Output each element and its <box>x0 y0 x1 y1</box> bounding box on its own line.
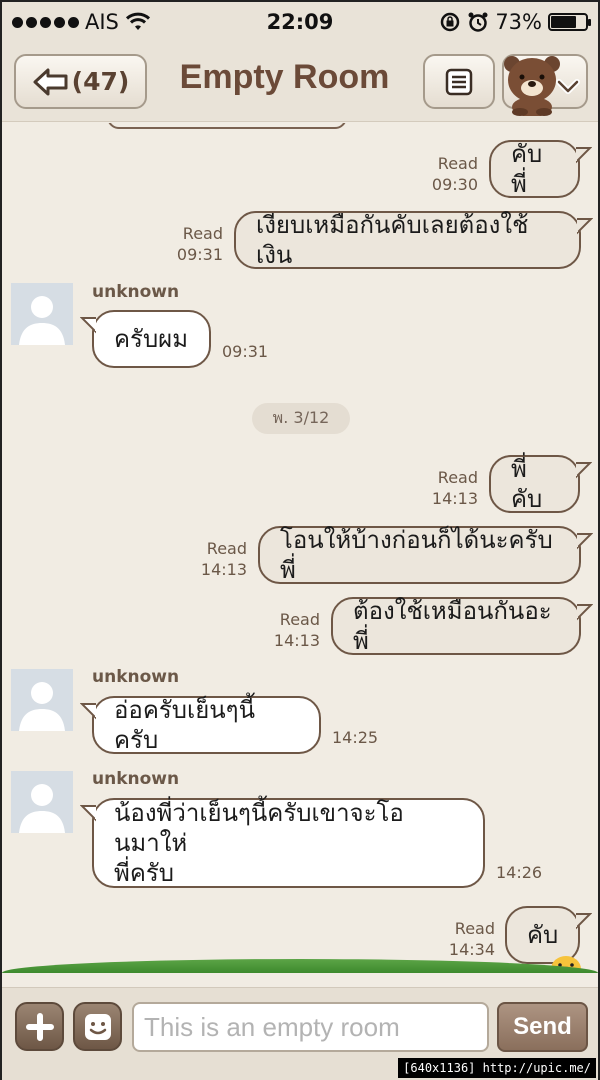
read-status: Read <box>437 154 478 173</box>
battery-percent: 73% <box>495 10 542 34</box>
message-text: คับพี่ <box>511 140 543 198</box>
list-icon <box>445 68 473 95</box>
sender-avatar[interactable] <box>11 771 73 833</box>
message-bubble-sent[interactable]: โอนให้บ้างก่อนก็ได้นะครับพี่ <box>258 526 593 584</box>
sender-avatar[interactable] <box>11 283 73 345</box>
message-text-line-1: น้องพี่ว่าเย็นๆนี้ครับเขาจะโอนมาให่ <box>114 799 404 857</box>
message-meta: Read 14:34 <box>439 918 495 960</box>
read-status: Read <box>454 919 495 938</box>
bubble-tail <box>577 604 593 621</box>
message-meta: Read 09:30 <box>422 153 478 195</box>
status-left: AIS <box>12 10 151 34</box>
message-time: 09:31 <box>222 342 269 361</box>
default-user-icon <box>19 682 65 731</box>
message-time: 09:30 <box>431 175 478 194</box>
brown-bear-icon <box>504 56 560 116</box>
wifi-icon <box>125 12 150 30</box>
message-time: 14:26 <box>496 863 543 882</box>
chevron-down-icon <box>556 79 580 94</box>
bubble-tail <box>577 533 593 550</box>
message-meta: Read 14:13 <box>422 467 478 509</box>
message-text: อ่อครับเย็นๆนี้ครับ <box>114 696 255 754</box>
watermark: [640x1136] http://upic.me/ <box>398 1058 596 1078</box>
bubble-tail <box>80 703 96 720</box>
partial-bubble <box>107 123 347 129</box>
default-user-icon <box>19 784 65 833</box>
read-status: Read <box>182 224 223 243</box>
status-right: 73% <box>439 10 591 34</box>
battery-icon <box>548 13 591 31</box>
app-screen: AIS 22:09 73% (47) Empty Room Read 09:30… <box>0 0 600 1080</box>
bubble-tail <box>576 462 592 479</box>
message-bubble-sent[interactable]: เงียบเหมือกันคับเลยต้องใช้เงิน <box>234 211 593 269</box>
grass-decoration <box>2 959 598 973</box>
message-time: 14:13 <box>200 560 247 579</box>
message-text: เงียบเหมือกันคับเลยต้องใช้เงิน <box>256 211 529 269</box>
read-status: Read <box>437 468 478 487</box>
message-text: ต้องใช้เหมือนกันอะพี่ <box>353 597 552 655</box>
sticker-button[interactable] <box>73 1002 122 1051</box>
smiley-icon <box>84 1013 111 1040</box>
message-meta: Read 09:31 <box>167 223 223 265</box>
bubble-tail <box>576 913 592 930</box>
status-bar: AIS 22:09 73% <box>2 2 598 42</box>
signal-icon <box>12 16 79 28</box>
message-time: 14:13 <box>431 489 478 508</box>
back-button[interactable]: (47) <box>14 54 147 109</box>
sender-name: unknown <box>92 282 180 302</box>
menu-button[interactable] <box>423 54 495 109</box>
read-status: Read <box>206 539 247 558</box>
chat-log[interactable]: Read 09:30 คับพี่ Read 09:31 เงียบเหมือก… <box>2 123 598 973</box>
bubble-tail <box>80 805 96 822</box>
back-arrow-icon <box>33 68 68 95</box>
rotation-lock-icon <box>441 12 460 32</box>
message-time: 09:31 <box>176 245 223 264</box>
message-bubble-received[interactable]: น้องพี่ว่าเย็นๆนี้ครับเขาจะโอนมาให่ พี่ค… <box>80 798 485 888</box>
message-bubble-sent[interactable]: พี่คับ <box>489 455 592 513</box>
carrier-label: AIS <box>85 10 119 34</box>
message-text-line-2: พี่ครับ <box>114 859 174 887</box>
message-time: 14:34 <box>448 940 495 959</box>
bubble-tail <box>577 218 593 235</box>
message-text: พี่คับ <box>511 455 543 513</box>
add-button[interactable] <box>15 1002 64 1051</box>
message-time: 14:25 <box>332 728 379 747</box>
message-text: โอนให้บ้างก่อนก็ได้นะครับพี่ <box>280 526 553 584</box>
chat-title: Empty Room <box>179 58 390 96</box>
message-text: คับ <box>527 921 559 949</box>
read-status: Read <box>279 610 320 629</box>
input-placeholder: This is an empty room <box>144 1011 400 1042</box>
chat-header: (47) Empty Room <box>2 42 598 122</box>
message-bubble-received[interactable]: อ่อครับเย็นๆนี้ครับ <box>80 696 321 754</box>
message-meta: Read 14:13 <box>191 538 247 580</box>
sender-avatar[interactable] <box>11 669 73 731</box>
plus-icon <box>25 1012 54 1041</box>
alarm-icon <box>468 12 488 32</box>
message-bubble-received[interactable]: ครับผม <box>80 310 211 368</box>
sticker-menu-button[interactable] <box>502 54 588 116</box>
message-bubble-sent[interactable]: ต้องใช้เหมือนกันอะพี่ <box>331 597 593 655</box>
default-user-icon <box>19 296 65 345</box>
send-button[interactable]: Send <box>497 1002 588 1052</box>
message-meta: Read 14:13 <box>264 609 320 651</box>
unread-count: (47) <box>71 67 130 96</box>
message-time: 14:13 <box>273 631 320 650</box>
bubble-tail <box>80 317 96 334</box>
date-separator: พ. 3/12 <box>252 403 350 434</box>
message-bubble-sent[interactable]: คับพี่ <box>489 140 592 198</box>
bubble-tail <box>576 147 592 164</box>
message-text: ครับผม <box>114 325 189 353</box>
message-input[interactable]: This is an empty room <box>132 1002 489 1052</box>
sender-name: unknown <box>92 667 180 687</box>
sender-name: unknown <box>92 769 180 789</box>
